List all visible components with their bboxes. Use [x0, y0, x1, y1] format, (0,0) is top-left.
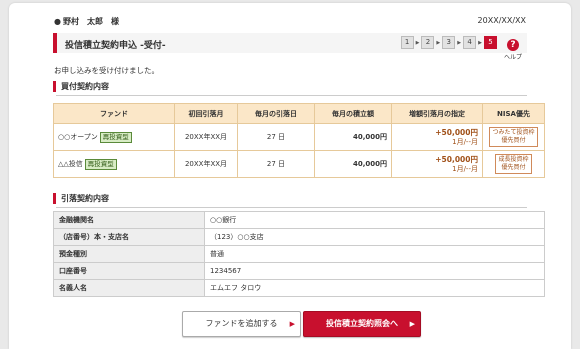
increase-months: 1月/--月	[452, 137, 478, 146]
fund-name: △△投信	[58, 159, 83, 168]
nisa-line2: 優先買付	[501, 164, 526, 171]
increase-amount: +50,000円	[435, 127, 478, 137]
purchase-heading-text: 買付契約内容	[61, 82, 109, 91]
col-nisa: NISA優先	[482, 103, 545, 124]
row-label: 預金種別	[53, 245, 205, 263]
monthly-day-cell: 27 日	[237, 123, 315, 151]
nisa-line1: つみたて投資枠	[492, 129, 535, 136]
increase-amount: +50,000円	[435, 154, 478, 164]
table-row: 口座番号 1234567	[53, 262, 545, 280]
row-label: 口座番号	[53, 262, 205, 280]
step-4: 4	[463, 36, 477, 49]
current-date: 20XX/XX/XX	[477, 16, 526, 25]
row-value: 普通	[204, 245, 545, 263]
withdrawal-heading-text: 引落契約内容	[61, 194, 109, 203]
fund-name: ○○オープン	[58, 132, 98, 141]
row-value: ○○銀行	[204, 211, 545, 229]
step-1: 1	[400, 36, 414, 49]
row-label: （店番号）本・支店名	[53, 228, 205, 246]
fund-cell: △△投信 再投資型	[53, 150, 175, 178]
fund-cell: ○○オープン 再投資型	[53, 123, 175, 151]
increase-months: 1月/--月	[452, 164, 478, 173]
page-frame: ● 野村 太郎 様 20XX/XX/XX 投信積立契約申込 -受付- 1 ▶ 2 ▶ …	[9, 3, 571, 349]
table-row: 金融機関名 ○○銀行	[53, 211, 545, 229]
table-row: 預金種別 普通	[53, 245, 545, 263]
completion-message: お申し込みを受け付けました。	[54, 66, 159, 75]
nisa-line1: 成長投資枠	[498, 156, 529, 163]
step-3: 3	[442, 36, 456, 49]
purchase-table: ファンド 初回引落月 毎月の引落日 毎月の積立額 増額引落月の指定 NISA優先…	[53, 103, 545, 178]
step-arrow-icon: ▶	[478, 39, 482, 46]
chevron-right-icon: ▶	[409, 320, 415, 328]
row-label: 金融機関名	[53, 211, 205, 229]
step-5-current: 5	[484, 36, 497, 49]
monthly-day-cell: 27 日	[237, 150, 315, 178]
col-monthly-amount: 毎月の積立額	[314, 103, 392, 124]
table-row: 名義人名 エムエフ タロウ	[53, 279, 545, 297]
col-first-month: 初回引落月	[174, 103, 238, 124]
table-header-row: ファンド 初回引落月 毎月の引落日 毎月の積立額 増額引落月の指定 NISA優先	[53, 103, 545, 124]
withdrawal-section-heading: 引落契約内容	[53, 193, 527, 208]
first-month-cell: 20XX年XX月	[174, 123, 238, 151]
purchase-section-heading: 買付契約内容	[53, 81, 527, 96]
question-icon: ?	[507, 39, 519, 51]
add-fund-button[interactable]: ファンドを追加する ▶	[182, 311, 301, 337]
contract-inquiry-button[interactable]: 投信積立契約照会へ ▶	[303, 311, 421, 337]
step-arrow-icon: ▶	[415, 39, 420, 46]
col-monthly-day: 毎月の引落日	[237, 103, 315, 124]
row-label: 名義人名	[53, 279, 205, 297]
nisa-badge: つみたて投資枠 優先買付	[489, 127, 538, 147]
nisa-cell: つみたて投資枠 優先買付	[482, 123, 545, 151]
reinvest-badge: 再投資型	[99, 131, 132, 143]
nisa-line2: 優先買付	[501, 137, 526, 144]
first-month-cell: 20XX年XX月	[174, 150, 238, 178]
user-info: ● 野村 太郎 様	[54, 16, 119, 27]
col-fund: ファンド	[53, 103, 175, 124]
step-2: 2	[421, 36, 435, 49]
reinvest-badge: 再投資型	[84, 158, 117, 170]
step-arrow-icon: ▶	[457, 39, 462, 46]
monthly-amount-cell: 40,000円	[314, 123, 392, 151]
help-label: ヘルプ	[503, 54, 522, 61]
title-bar: 投信積立契約申込 -受付- 1 ▶ 2 ▶ 3 ▶ 4 ▶ 5 ? ヘルプ	[53, 32, 527, 61]
person-icon: ●	[54, 17, 61, 26]
withdrawal-table: 金融機関名 ○○銀行 （店番号）本・支店名 （123）○○支店 預金種別 普通 口座番…	[53, 211, 545, 297]
table-row: △△投信 再投資型 20XX年XX月 27 日 40,000円 +50,000円 1…	[53, 150, 545, 178]
chevron-right-icon: ▶	[289, 320, 295, 328]
nisa-cell: 成長投資枠 優先買付	[482, 150, 545, 178]
step-arrow-icon: ▶	[436, 39, 441, 46]
row-value: （123）○○支店	[204, 228, 545, 246]
step-indicator: 1 ▶ 2 ▶ 3 ▶ 4 ▶ 5	[400, 36, 497, 49]
help-button[interactable]: ? ヘルプ	[500, 32, 526, 61]
user-name: 野村 太郎 様	[62, 17, 119, 26]
row-value: エムエフ タロウ	[204, 279, 545, 297]
add-fund-label: ファンドを追加する	[205, 319, 278, 328]
col-increase-month: 増額引落月の指定	[391, 103, 483, 124]
increase-cell: +50,000円 1月/--月	[391, 150, 483, 178]
table-row: ○○オープン 再投資型 20XX年XX月 27 日 40,000円 +50,000…	[53, 123, 545, 151]
increase-cell: +50,000円 1月/--月	[391, 123, 483, 151]
table-row: （店番号）本・支店名 （123）○○支店	[53, 228, 545, 246]
row-value: 1234567	[204, 262, 545, 280]
page-title: 投信積立契約申込 -受付-	[65, 41, 166, 51]
contract-inquiry-label: 投信積立契約照会へ	[326, 319, 398, 328]
nisa-badge: 成長投資枠 優先買付	[495, 154, 532, 174]
monthly-amount-cell: 40,000円	[314, 150, 392, 178]
